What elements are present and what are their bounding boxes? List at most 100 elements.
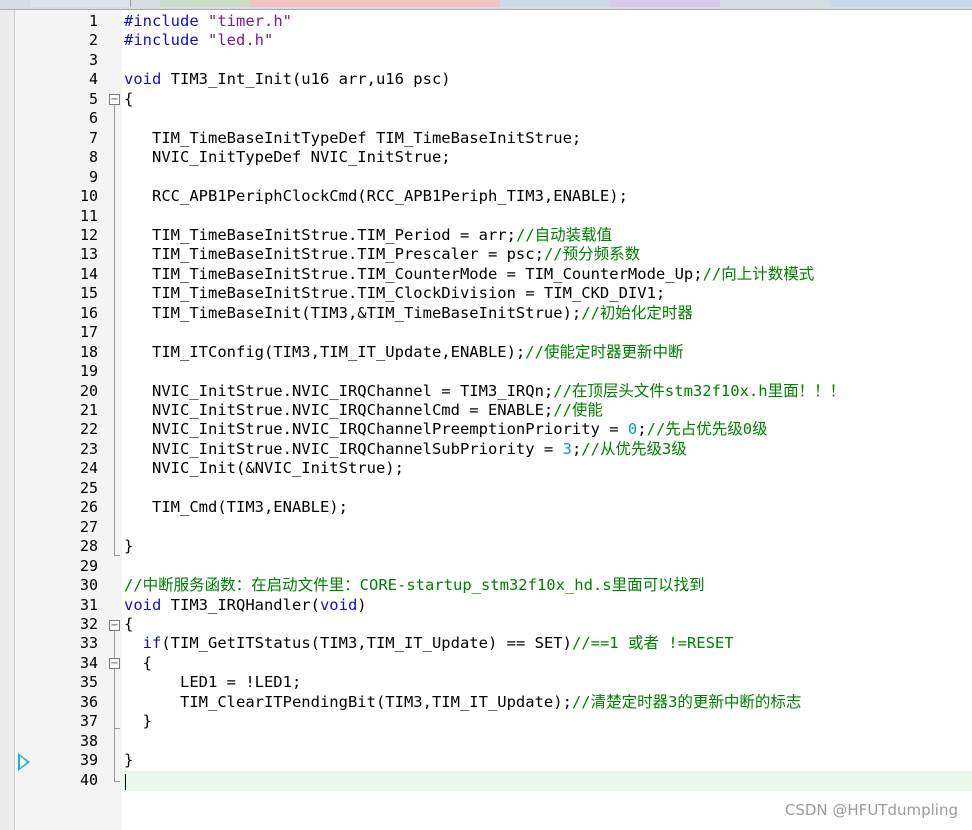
code-text[interactable]: } [124,751,133,771]
code-line[interactable]: 40 [0,771,972,791]
code-text[interactable]: } [124,537,133,557]
code-text[interactable]: { [124,654,152,674]
code-text[interactable]: TIM_TimeBaseInitTypeDef TIM_TimeBaseInit… [124,129,581,149]
code-line[interactable]: 9 [0,168,972,188]
code-text[interactable]: NVIC_InitStrue.NVIC_IRQChannelPreemption… [124,420,768,440]
line-number: 18 [79,342,98,361]
code-text[interactable]: TIM_TimeBaseInitStrue.TIM_CounterMode = … [124,265,814,285]
code-text[interactable]: TIM_TimeBaseInitStrue.TIM_ClockDivision … [124,284,665,304]
code-line[interactable]: 35 LED1 = !LED1; [0,673,972,693]
editor-tab-strip[interactable] [0,0,972,10]
code-line[interactable]: 19 [0,362,972,382]
code-line[interactable]: 38 [0,732,972,752]
code-text[interactable]: TIM_TimeBaseInit(TIM3,&TIM_TimeBaseInitS… [124,304,693,324]
code-line[interactable]: 10 RCC_APB1PeriphClockCmd(RCC_APB1Periph… [0,187,972,207]
code-text[interactable]: #include "timer.h" [124,12,292,32]
code-line[interactable]: 7 TIM_TimeBaseInitTypeDef TIM_TimeBaseIn… [0,129,972,149]
line-number: 7 [88,128,98,147]
line-number: 39 [79,751,98,770]
code-line[interactable]: 36 TIM_ClearITPendingBit(TIM3,TIM_IT_Upd… [0,693,972,713]
code-text[interactable]: TIM_ClearITPendingBit(TIM3,TIM_IT_Update… [124,693,801,713]
line-number: 1 [88,12,98,30]
code-line[interactable]: 39} [0,751,972,771]
code-text[interactable]: #include "led.h" [124,31,273,51]
line-number: 21 [79,401,98,419]
code-line[interactable]: 18 TIM_ITConfig(TIM3,TIM_IT_Update,ENABL… [0,343,972,363]
watermark: CSDN @HFUTdumpling [784,801,958,819]
code-line[interactable]: 4 void TIM3_Int_Init(u16 arr,u16 psc) [0,70,972,90]
line-number: 35 [79,673,98,692]
code-text[interactable]: RCC_APB1PeriphClockCmd(RCC_APB1Periph_TI… [124,187,628,207]
line-number: 22 [79,420,98,439]
code-line[interactable]: 12 TIM_TimeBaseInitStrue.TIM_Period = ar… [0,226,972,246]
line-number: 20 [79,381,98,400]
code-text[interactable]: void TIM3_Int_Init(u16 arr,u16 psc) [124,70,451,90]
code-line[interactable]: 8 NVIC_InitTypeDef NVIC_InitStrue; [0,148,972,168]
line-number: 28 [79,537,98,556]
tab-5[interactable] [610,0,721,7]
code-line[interactable]: 15 TIM_TimeBaseInitStrue.TIM_ClockDivisi… [0,284,972,304]
code-text[interactable]: TIM_Cmd(TIM3,ENABLE); [124,498,348,518]
code-text[interactable]: { [124,90,133,110]
code-text[interactable]: LED1 = !LED1; [124,673,301,693]
line-number: 19 [79,362,98,381]
code-text[interactable]: TIM_TimeBaseInitStrue.TIM_Prescaler = ps… [124,245,640,265]
code-text[interactable]: void TIM3_IRQHandler(void) [124,596,367,616]
line-number: 37 [79,712,98,731]
code-line[interactable]: 28} [0,537,972,557]
code-line[interactable]: 1 #include "timer.h" [0,12,972,32]
code-text[interactable]: TIM_ITConfig(TIM3,TIM_IT_Update,ENABLE);… [124,343,683,363]
line-number: 40 [79,770,98,789]
code-line[interactable]: 22 NVIC_InitStrue.NVIC_IRQChannelPreempt… [0,420,972,440]
line-number: 13 [79,245,98,264]
line-number: 23 [79,439,98,458]
code-text[interactable]: NVIC_InitStrue.NVIC_IRQChannel = TIM3_IR… [124,382,845,402]
code-line[interactable]: 33 if(TIM_GetITStatus(TIM3,TIM_IT_Update… [0,634,972,654]
line-number: 31 [79,595,98,614]
code-text[interactable]: { [124,615,133,635]
line-number: 4 [88,70,98,89]
line-number: 36 [79,692,98,711]
code-line[interactable]: 25 [0,479,972,499]
code-text[interactable]: NVIC_InitStrue.NVIC_IRQChannelCmd = ENAB… [124,401,603,421]
code-line[interactable]: 11 [0,207,972,227]
code-text[interactable]: NVIC_InitTypeDef NVIC_InitStrue; [124,148,451,168]
code-text[interactable]: NVIC_Init(&NVIC_InitStrue); [124,459,404,479]
code-text[interactable]: if(TIM_GetITStatus(TIM3,TIM_IT_Update) =… [124,634,734,654]
code-line[interactable]: 27 [0,518,972,538]
line-number: 24 [79,459,98,478]
tab-1[interactable] [30,0,131,7]
code-line[interactable]: 3 [0,51,972,71]
code-text[interactable]: } [124,712,152,732]
code-line[interactable]: 14 TIM_TimeBaseInitStrue.TIM_CounterMode… [0,265,972,285]
line-number: 3 [88,50,98,69]
code-line[interactable]: 13 TIM_TimeBaseInitStrue.TIM_Prescaler =… [0,245,972,265]
code-line[interactable]: 24 NVIC_Init(&NVIC_InitStrue); [0,459,972,479]
line-number: 25 [79,478,98,497]
code-line[interactable]: 31 void TIM3_IRQHandler(void) [0,596,972,616]
tab-3[interactable] [250,0,501,7]
tab-4[interactable] [500,0,611,7]
code-line[interactable]: 29 [0,557,972,577]
code-line[interactable]: 2 #include "led.h" [0,31,972,51]
line-number: 30 [79,576,98,595]
tab-6[interactable] [720,0,831,7]
code-line[interactable]: 30 //中断服务函数：在启动文件里：CORE-startup_stm32f10x… [0,576,972,596]
code-text[interactable]: TIM_TimeBaseInitStrue.TIM_Period = arr;/… [124,226,612,246]
code-text[interactable]: NVIC_InitStrue.NVIC_IRQChannelSubPriorit… [124,440,687,460]
code-line[interactable]: 6 [0,109,972,129]
code-text[interactable]: //中断服务函数：在启动文件里：CORE-startup_stm32f10x_h… [124,576,705,596]
code-line[interactable]: 17 [0,323,972,343]
code-line[interactable]: 32 { [0,615,972,635]
tab-7[interactable] [830,0,972,7]
tab-2[interactable] [160,0,251,7]
code-line[interactable]: 26 TIM_Cmd(TIM3,ENABLE); [0,498,972,518]
code-line[interactable]: 21 NVIC_InitStrue.NVIC_IRQChannelCmd = E… [0,401,972,421]
line-number: 26 [79,498,98,517]
code-line[interactable]: 16 TIM_TimeBaseInit(TIM3,&TIM_TimeBaseIn… [0,304,972,324]
code-line[interactable]: 20 NVIC_InitStrue.NVIC_IRQChannel = TIM3… [0,382,972,402]
code-line[interactable]: 23 NVIC_InitStrue.NVIC_IRQChannelSubPrio… [0,440,972,460]
code-line[interactable]: 5{ [0,90,972,110]
code-line[interactable]: 34 { [0,654,972,674]
code-line[interactable]: 37 } [0,712,972,732]
